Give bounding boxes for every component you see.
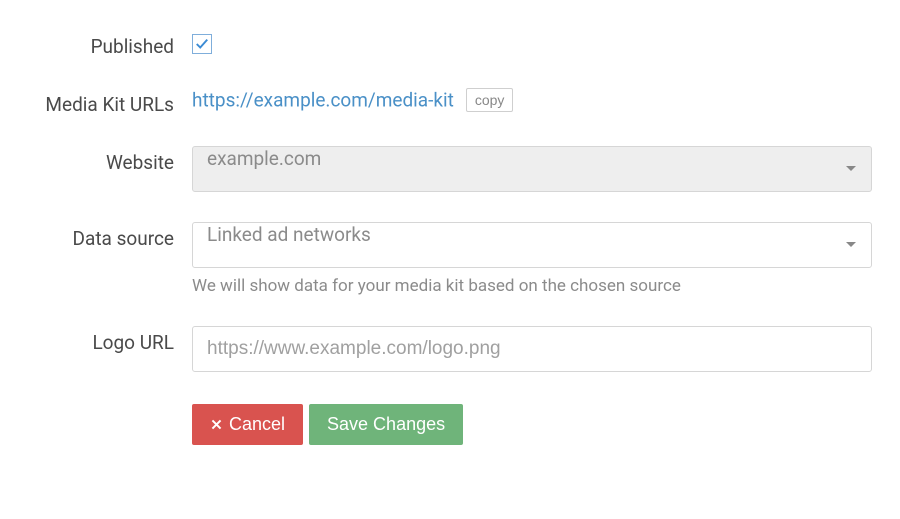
published-label: Published <box>20 30 192 58</box>
cancel-button[interactable]: Cancel <box>192 404 303 445</box>
data-source-select-value: Linked ad networks <box>207 223 371 246</box>
media-kit-url-link[interactable]: https://example.com/media-kit <box>192 89 454 112</box>
close-icon <box>210 418 223 431</box>
website-select[interactable]: example.com <box>192 146 872 192</box>
save-button[interactable]: Save Changes <box>309 404 463 445</box>
published-checkbox[interactable] <box>192 34 212 54</box>
media-kit-urls-label: Media Kit URLs <box>20 88 192 116</box>
data-source-help-text: We will show data for your media kit bas… <box>192 276 872 296</box>
check-icon <box>195 37 209 51</box>
logo-url-label: Logo URL <box>20 326 192 354</box>
data-source-select[interactable]: Linked ad networks <box>192 222 872 268</box>
website-label: Website <box>20 146 192 174</box>
data-source-label: Data source <box>20 222 192 250</box>
website-select-value: example.com <box>207 147 321 170</box>
copy-button[interactable]: copy <box>466 88 514 112</box>
logo-url-input[interactable] <box>192 326 872 372</box>
save-button-label: Save Changes <box>327 414 445 435</box>
cancel-button-label: Cancel <box>229 414 285 435</box>
